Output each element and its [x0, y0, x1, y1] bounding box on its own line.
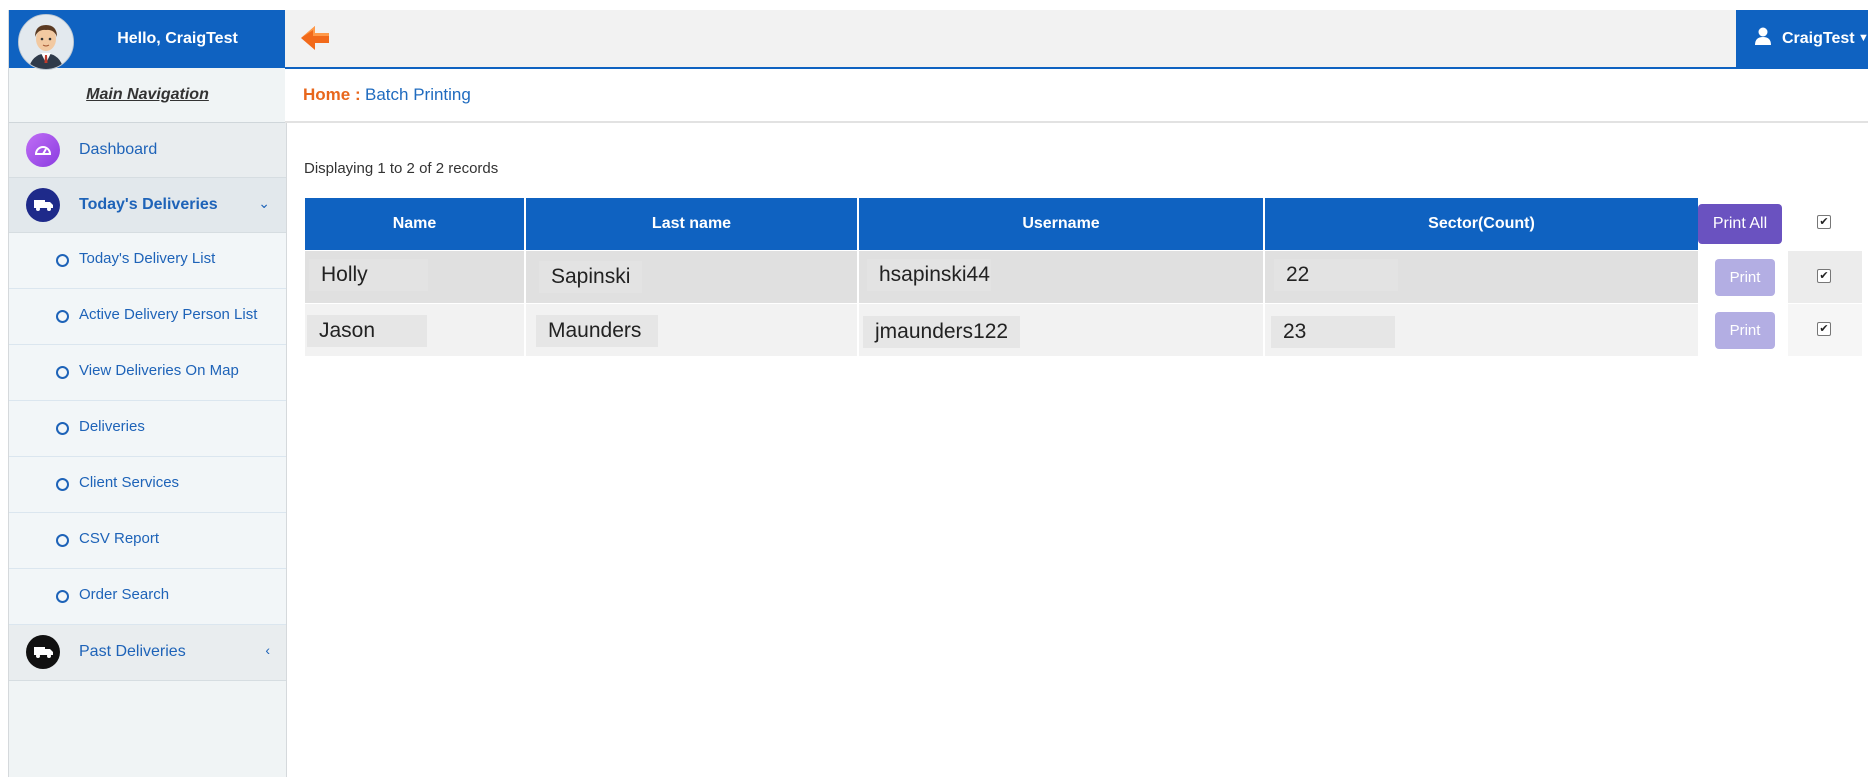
cell-name-value: Holly	[309, 259, 428, 291]
sidebar-item-label: Client Services	[79, 474, 180, 491]
print-all-button[interactable]: Print All	[1698, 204, 1782, 244]
sidebar-item-csv-report[interactable]: CSV Report	[9, 513, 286, 569]
breadcrumb-current: Batch Printing	[365, 85, 471, 104]
cell-name: Jason	[305, 304, 524, 356]
cell-last-name-value: Maunders	[536, 315, 658, 347]
main-navigation-title: Main Navigation	[9, 68, 286, 123]
nav-dashboard-label: Dashboard	[79, 141, 158, 158]
nav-todays-deliveries-label: Today's Deliveries	[79, 196, 218, 213]
sidebar-item-label: Order Search	[79, 586, 170, 603]
cell-username-value: jmaunders122	[863, 316, 1021, 348]
sidebar-item-view-deliveries-on-map[interactable]: View Deliveries On Map	[9, 345, 286, 401]
sidebar-item-label: Active Delivery Person List	[79, 306, 258, 323]
sidebar-item-label: CSV Report	[79, 530, 160, 547]
cell-username: jmaunders122	[859, 304, 1263, 356]
sidebar-item-active-delivery-person-list[interactable]: Active Delivery Person List	[9, 289, 286, 345]
cell-name-value: Jason	[307, 315, 427, 347]
table-row: Jason Maunders jmaunders122 23 Print ✔	[305, 304, 1862, 356]
sidebar-item-label: Deliveries	[79, 418, 145, 435]
user-panel: Hello, CraigTest	[9, 10, 286, 70]
back-arrow-icon[interactable]	[299, 22, 331, 54]
nav-dashboard[interactable]: Dashboard	[9, 123, 286, 178]
user-menu[interactable]: CraigTest ▼	[1736, 10, 1868, 67]
sidebar: Hello, CraigTest Main Navigation Dashboa…	[8, 10, 287, 777]
circle-icon	[56, 422, 69, 435]
cell-sector-value: 22	[1274, 259, 1398, 291]
print-button[interactable]: Print	[1715, 312, 1775, 349]
breadcrumb-home[interactable]: Home :	[303, 69, 361, 121]
cell-username: hsapinski44	[859, 251, 1263, 303]
column-header-sector-count: Sector(Count)	[1265, 198, 1698, 250]
chevron-down-icon: ⌄	[258, 195, 270, 211]
sidebar-item-label: View Deliveries On Map	[79, 362, 239, 379]
circle-icon	[56, 254, 69, 267]
row-checkbox[interactable]: ✔	[1817, 322, 1831, 336]
select-all-checkbox[interactable]: ✔	[1817, 215, 1831, 229]
circle-icon	[56, 478, 69, 491]
sidebar-item-order-search[interactable]: Order Search	[9, 569, 286, 625]
nav-past-deliveries-label: Past Deliveries	[79, 643, 186, 660]
print-button[interactable]: Print	[1715, 259, 1775, 296]
cell-select: ✔	[1788, 304, 1862, 356]
chevron-left-icon: ‹	[265, 642, 270, 658]
cell-name: Holly	[305, 251, 524, 303]
nav-todays-deliveries[interactable]: Today's Deliveries ⌄	[9, 178, 286, 233]
truck-icon	[26, 635, 60, 669]
user-icon	[1755, 27, 1771, 45]
sidebar-item-label: Today's Delivery List	[79, 250, 216, 267]
cell-print: Print	[1698, 304, 1786, 356]
dashboard-icon	[26, 133, 60, 167]
table-row: Holly Sapinski hsapinski44 22 Print ✔	[305, 251, 1862, 303]
cell-last-name: Sapinski	[526, 251, 857, 303]
cell-sector: 22	[1265, 251, 1698, 303]
nav-past-deliveries[interactable]: Past Deliveries ‹	[9, 625, 286, 681]
avatar-image	[19, 15, 73, 69]
truck-icon	[26, 188, 60, 222]
cell-username-value: hsapinski44	[867, 259, 991, 291]
top-bar: CraigTest ▼	[285, 10, 1868, 69]
avatar	[18, 14, 74, 70]
cell-last-name: Maunders	[526, 304, 857, 356]
sidebar-item-todays-delivery-list[interactable]: Today's Delivery List	[9, 233, 286, 289]
records-info: Displaying 1 to 2 of 2 records	[304, 160, 499, 177]
circle-icon	[56, 366, 69, 379]
column-header-name: Name	[305, 198, 524, 250]
column-header-last-name: Last name	[526, 198, 857, 250]
greeting: Hello, CraigTest	[117, 30, 238, 47]
circle-icon	[56, 590, 69, 603]
sidebar-item-client-services[interactable]: Client Services	[9, 457, 286, 513]
breadcrumb: Home : Batch Printing	[285, 69, 1868, 123]
cell-sector: 23	[1265, 304, 1698, 356]
sidebar-item-deliveries[interactable]: Deliveries	[9, 401, 286, 457]
caret-down-icon: ▼	[1858, 32, 1868, 44]
row-checkbox[interactable]: ✔	[1817, 269, 1831, 283]
column-header-username: Username	[859, 198, 1263, 250]
circle-icon	[56, 534, 69, 547]
cell-last-name-value: Sapinski	[539, 261, 643, 293]
cell-sector-value: 23	[1271, 316, 1395, 348]
cell-select: ✔	[1788, 251, 1862, 303]
circle-icon	[56, 310, 69, 323]
cell-print: Print	[1698, 251, 1786, 303]
user-menu-name: CraigTest	[1782, 30, 1855, 47]
table-header: Name Last name Username Sector(Count)	[305, 198, 1862, 250]
